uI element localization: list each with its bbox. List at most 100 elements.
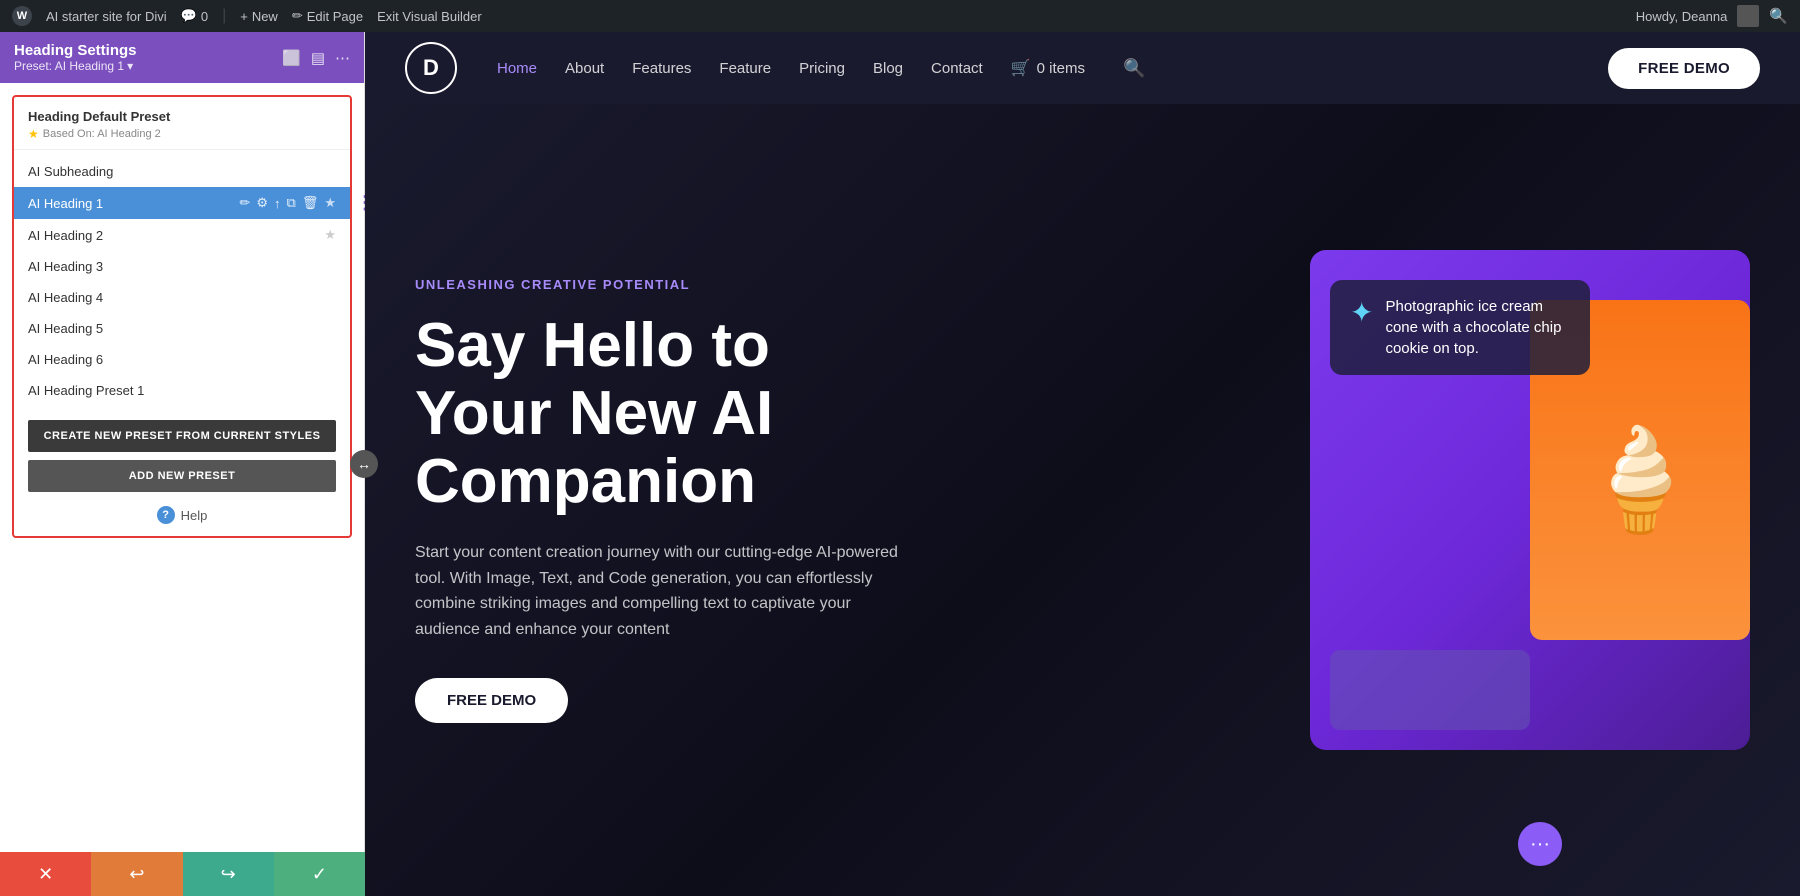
floating-action-button[interactable]: ··· <box>1518 822 1562 866</box>
comment-count: 💬 0 <box>181 8 208 24</box>
star-preset-icon[interactable]: ★ <box>324 195 336 211</box>
search-icon[interactable]: 🔍 <box>1123 58 1145 79</box>
default-preset: Heading Default Preset ★ Based On: AI He… <box>14 97 350 150</box>
free-demo-header-button[interactable]: FREE DEMO <box>1608 48 1760 89</box>
add-preset-button[interactable]: ADD NEW PRESET <box>28 460 336 492</box>
user-avatar <box>1737 5 1759 27</box>
preset-item-ai-heading-5[interactable]: AI Heading 5 <box>14 313 350 344</box>
site-nav: Home About Features Feature Pricing Blog… <box>497 58 1588 79</box>
nav-feature[interactable]: Feature <box>719 60 771 77</box>
preset-panel-box: Heading Default Preset ★ Based On: AI He… <box>12 95 352 538</box>
columns-icon[interactable]: ▤ <box>311 49 325 67</box>
resize-handle[interactable]: ↔ <box>350 450 378 478</box>
panel-title: Heading Settings <box>14 42 137 59</box>
nav-blog[interactable]: Blog <box>873 60 903 77</box>
ice-cream-visual: 🍦 <box>1550 340 1730 620</box>
ai-card: ✦ Photographic ice cream cone with a cho… <box>1310 250 1750 750</box>
nav-about[interactable]: About <box>565 60 604 77</box>
cancel-icon: ✕ <box>38 864 53 885</box>
site-name: AI starter site for Divi <box>46 9 167 24</box>
copy-preset-icon[interactable]: ⧉ <box>287 195 296 211</box>
cancel-button[interactable]: ✕ <box>0 852 91 896</box>
ai-tooltip-card: ✦ Photographic ice cream cone with a cho… <box>1330 280 1590 375</box>
search-admin-icon[interactable]: 🔍 <box>1769 7 1788 25</box>
help-label: Help <box>181 508 208 523</box>
undo-icon: ↩ <box>129 864 144 885</box>
right-content: D Home About Features Feature Pricing Bl… <box>365 32 1800 896</box>
chevron-down-icon: ▾ <box>127 59 133 73</box>
help-circle-icon: ? <box>157 506 175 524</box>
save-icon: ✓ <box>312 864 327 885</box>
hero-tag: UNLEASHING CREATIVE POTENTIAL <box>415 277 1230 292</box>
undo-button[interactable]: ↩ <box>91 852 182 896</box>
help-link[interactable]: ? Help <box>14 506 350 524</box>
tooltip-header: ✦ Photographic ice cream cone with a cho… <box>1350 296 1570 359</box>
nav-contact[interactable]: Contact <box>931 60 983 77</box>
nav-pricing[interactable]: Pricing <box>799 60 845 77</box>
edit-page-button[interactable]: ✏ Edit Page <box>292 8 363 24</box>
admin-bar: W AI starter site for Divi 💬 0 | + New ✏… <box>0 0 1800 32</box>
preset-item-name: AI Heading Preset 1 <box>28 383 336 398</box>
panel-header: Heading Settings Preset: AI Heading 1 ▾ … <box>0 32 364 83</box>
panel-header-icons: ⬜ ▤ ⋯ <box>282 49 350 67</box>
left-panel: Heading Settings Preset: AI Heading 1 ▾ … <box>0 32 365 896</box>
preset-item-name: AI Heading 4 <box>28 290 336 305</box>
new-button[interactable]: + New <box>240 9 278 24</box>
bottom-toolbar: ✕ ↩ ↪ ✓ <box>0 852 365 896</box>
save-button[interactable]: ✓ <box>274 852 365 896</box>
dots-icon: ··· <box>1530 833 1550 856</box>
hero-cta-button[interactable]: FREE DEMO <box>415 678 568 723</box>
preset-list: AI Subheading AI Heading 1 ✏ ⚙ ↑ ⧉ 🗑 ★ ⋮ <box>14 150 350 412</box>
expand-icon[interactable]: ⬜ <box>282 49 301 67</box>
hero-right: ✦ Photographic ice cream cone with a cho… <box>1280 104 1800 896</box>
exit-builder-button[interactable]: Exit Visual Builder <box>377 9 482 24</box>
export-preset-icon[interactable]: ↑ <box>274 196 281 211</box>
edit-preset-icon[interactable]: ✏ <box>239 195 250 211</box>
nav-features[interactable]: Features <box>632 60 691 77</box>
delete-preset-icon[interactable]: 🗑 <box>302 195 319 211</box>
nav-home[interactable]: Home <box>497 60 537 77</box>
bottom-card <box>1330 650 1530 730</box>
preset-item-ai-heading-4[interactable]: AI Heading 4 <box>14 282 350 313</box>
star-preset-inactive-icon[interactable]: ★ <box>324 227 336 243</box>
cart-icon: 🛒 <box>1011 58 1031 78</box>
preset-item-name: AI Heading 6 <box>28 352 336 367</box>
preset-item-name: AI Heading 2 <box>28 228 324 243</box>
tooltip-text: Photographic ice cream cone with a choco… <box>1385 296 1570 359</box>
preset-label[interactable]: Preset: AI Heading 1 ▾ <box>14 59 137 73</box>
admin-bar-right: Howdy, Deanna 🔍 <box>1636 5 1788 27</box>
main-layout: Heading Settings Preset: AI Heading 1 ▾ … <box>0 32 1800 896</box>
admin-bar-left: W AI starter site for Divi 💬 0 | + New ✏… <box>12 6 1622 26</box>
preset-item-ai-heading-3[interactable]: AI Heading 3 <box>14 251 350 282</box>
default-preset-title: Heading Default Preset <box>28 109 336 124</box>
site-logo[interactable]: D <box>405 42 457 94</box>
cart-count: 0 items <box>1037 60 1085 77</box>
hero-section: UNLEASHING CREATIVE POTENTIAL Say Hello … <box>365 104 1800 896</box>
preset-item-ai-heading-6[interactable]: AI Heading 6 <box>14 344 350 375</box>
more-options-icon[interactable]: ⋯ <box>335 49 350 67</box>
preset-item-name: AI Heading 1 <box>28 196 239 211</box>
hero-left: UNLEASHING CREATIVE POTENTIAL Say Hello … <box>365 104 1280 896</box>
hero-title: Say Hello to Your New AI Companion <box>415 312 1230 517</box>
settings-preset-icon[interactable]: ⚙ <box>256 195 268 211</box>
pencil-icon: ✏ <box>292 8 303 24</box>
panel-header-left: Heading Settings Preset: AI Heading 1 ▾ <box>14 42 137 73</box>
site-header: D Home About Features Feature Pricing Bl… <box>365 32 1800 104</box>
preset-item-name: AI Heading 5 <box>28 321 336 336</box>
redo-button[interactable]: ↪ <box>183 852 274 896</box>
plus-icon: + <box>240 9 248 24</box>
preset-item-ai-heading-1[interactable]: AI Heading 1 ✏ ⚙ ↑ ⧉ 🗑 ★ ⋮ <box>14 187 350 219</box>
redo-icon: ↪ <box>221 864 236 885</box>
preset-item-ai-subheading[interactable]: AI Subheading <box>14 156 350 187</box>
star-icon: ★ <box>28 127 39 141</box>
cart-widget[interactable]: 🛒 0 items <box>1011 58 1085 78</box>
preset-item-name: AI Subheading <box>28 164 336 179</box>
preset-item-name: AI Heading 3 <box>28 259 336 274</box>
based-on-label: ★ Based On: AI Heading 2 <box>28 127 336 141</box>
comment-bubble-icon: 💬 <box>181 8 197 24</box>
wordpress-icon[interactable]: W <box>12 6 32 26</box>
create-preset-button[interactable]: CREATE NEW PRESET FROM CURRENT STYLES <box>28 420 336 452</box>
preset-item-ai-heading-2[interactable]: AI Heading 2 ★ <box>14 219 350 251</box>
preset-item-ai-heading-preset-1[interactable]: AI Heading Preset 1 <box>14 375 350 406</box>
hero-description: Start your content creation journey with… <box>415 540 915 642</box>
